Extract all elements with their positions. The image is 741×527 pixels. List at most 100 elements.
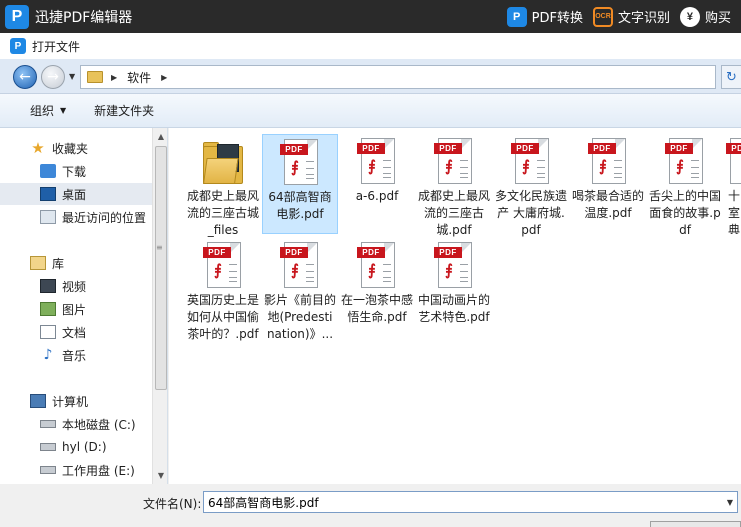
desktop-icon (40, 187, 56, 201)
nav-item-label: 库 (52, 256, 65, 271)
nav-favorites[interactable]: ★ 收藏夹 (30, 137, 167, 159)
address-bar[interactable]: ▶ 软件 ▶ (80, 65, 716, 89)
file-name: 英国历史上是如何从中国偷茶叶的？.pdf (187, 293, 260, 341)
filename-bar: 文件名(N): ▼ (0, 484, 741, 527)
nav-downloads[interactable]: 下载 (40, 160, 152, 182)
file-name: 喝茶最合适的温度.pdf (572, 189, 645, 220)
file-list: 成都史上最风流的三座古城_files PDF ⨎ 64部高智商电影.pdf PD… (169, 128, 741, 484)
ocr-button[interactable]: OCR 文字识别 (592, 6, 670, 27)
nav-recent-places[interactable]: 最近访问的位置 (40, 206, 152, 228)
organize-button[interactable]: 组织 ▼ (30, 102, 66, 119)
buy-label: 购买 (704, 11, 731, 26)
nav-videos[interactable]: 视频 (40, 275, 152, 297)
file-name: 成都史上最风流的三座古城.pdf (418, 189, 491, 237)
document-icon (40, 325, 56, 339)
back-button[interactable]: ← (13, 65, 37, 89)
nav-scrollbar[interactable]: ▲ ≡ ▼ (152, 128, 167, 484)
pdf-file-icon: PDF ⨎ (280, 139, 320, 187)
folder-icon (87, 71, 103, 83)
filename-label: 文件名(N): (143, 497, 202, 511)
nav-desktop[interactable]: 桌面 (0, 183, 152, 205)
file-item[interactable]: PDF ⨎ 64部高智商电影.pdf (262, 134, 338, 234)
file-item[interactable]: 成都史上最风流的三座古城_files (185, 134, 261, 237)
navigation-pane: ★ 收藏夹 下载 桌面 最近访问的位置 库 视频 图片 文档 ♪ 音乐 计算机 … (0, 128, 168, 484)
nav-pictures[interactable]: 图片 (40, 298, 152, 320)
nav-item-label: 最近访问的位置 (62, 210, 147, 225)
file-item[interactable]: PDF ⨎ 舌尖上的中国面食的故事.pdf (647, 134, 723, 237)
file-item[interactable]: PDF ⨎ 中国动画片的艺术特色.pdf (416, 238, 492, 338)
nav-libraries[interactable]: 库 (30, 252, 167, 274)
pdf-convert-button[interactable]: P PDF转换 (506, 6, 583, 27)
picture-icon (40, 302, 56, 316)
filename-combobox[interactable]: ▼ (203, 491, 738, 513)
star-icon: ★ (31, 139, 45, 157)
ocr-icon: OCR (592, 6, 613, 27)
chevron-down-icon[interactable]: ▼ (727, 498, 733, 507)
nav-drive-c[interactable]: 本地磁盘 (C:) (40, 413, 152, 435)
breadcrumb-current[interactable]: 软件 (127, 69, 151, 86)
filename-input[interactable] (208, 495, 708, 509)
nav-drive-d[interactable]: hyl (D:) (40, 436, 152, 458)
file-name: a-6.pdf (355, 189, 399, 203)
open-button-partial[interactable] (650, 521, 741, 527)
forward-button[interactable]: → (41, 65, 65, 89)
pdf-file-icon: PDF ⨎ (434, 242, 474, 290)
dialog-app-icon: P (10, 38, 26, 54)
file-name: 64部高智商电影.pdf (268, 190, 332, 221)
nav-computer[interactable]: 计算机 (30, 390, 167, 412)
nav-item-label: 视频 (62, 279, 87, 294)
file-item[interactable]: PDF ⨎ a-6.pdf (339, 134, 415, 234)
refresh-icon[interactable]: ↻ (721, 65, 741, 89)
nav-item-label: 工作用盘 (E:) (62, 463, 135, 478)
disk-icon (40, 443, 56, 451)
nav-item-label: 音乐 (62, 348, 87, 363)
pdf-file-icon: PDF ⨎ (511, 138, 551, 186)
organize-label: 组织 (30, 104, 55, 118)
file-item[interactable]: PDF ⨎ 影片《前目的地(Predestination)》... (262, 238, 338, 362)
nav-item-label: 文档 (62, 325, 87, 340)
ocr-label: 文字识别 (617, 11, 670, 26)
dialog-title-bar: P 打开文件 (0, 33, 741, 59)
scroll-thumb[interactable] (155, 146, 167, 390)
app-title: 迅捷PDF编辑器 (35, 9, 133, 26)
library-icon (30, 256, 46, 270)
dialog-title: 打开文件 (32, 39, 81, 54)
file-item[interactable]: PDF 十室典 (724, 134, 741, 234)
nav-item-label: 桌面 (62, 187, 87, 202)
nav-documents[interactable]: 文档 (40, 321, 152, 343)
music-icon: ♪ (43, 347, 53, 363)
video-icon (40, 279, 56, 293)
download-folder-icon (40, 164, 56, 178)
nav-item-label: hyl (D:) (62, 440, 107, 454)
disk-icon (40, 420, 56, 428)
computer-icon (30, 394, 46, 408)
scroll-up-icon[interactable]: ▲ (153, 128, 167, 145)
nav-music[interactable]: ♪ 音乐 (40, 344, 152, 366)
nav-item-label: 图片 (62, 302, 87, 317)
new-folder-button[interactable]: 新建文件夹 (94, 102, 154, 119)
yen-icon: ¥ (679, 6, 700, 27)
scroll-down-icon[interactable]: ▼ (153, 467, 167, 484)
pdf-file-icon: PDF ⨎ (357, 242, 397, 290)
file-name: 中国动画片的艺术特色.pdf (418, 293, 491, 324)
file-item[interactable]: PDF ⨎ 喝茶最合适的温度.pdf (570, 134, 646, 234)
app-logo-icon: P (5, 4, 29, 29)
file-name: 影片《前目的地(Predestination)》... (264, 293, 337, 341)
file-name: 多文化民族遗产 大庸府城.pdf (495, 189, 568, 237)
file-item[interactable]: PDF ⨎ 成都史上最风流的三座古城.pdf (416, 134, 492, 237)
breadcrumb-arrow-icon[interactable]: ▶ (161, 73, 167, 82)
nav-drive-e[interactable]: 工作用盘 (E:) (40, 459, 152, 481)
buy-button[interactable]: ¥ 购买 (679, 6, 731, 27)
recent-pages-dropdown[interactable]: ▼ (69, 72, 75, 81)
file-name: 十室典 (728, 189, 741, 234)
pdf-file-icon: PDF ⨎ (203, 242, 243, 290)
file-item[interactable]: PDF ⨎ 在一泡茶中感悟生命.pdf (339, 238, 415, 338)
file-item[interactable]: PDF ⨎ 英国历史上是如何从中国偷茶叶的？.pdf (185, 238, 261, 362)
folder-icon (203, 138, 243, 186)
recent-places-icon (40, 210, 56, 224)
command-toolbar: 组织 ▼ 新建文件夹 (0, 94, 741, 128)
breadcrumb-arrow-icon[interactable]: ▶ (111, 73, 117, 82)
file-item[interactable]: PDF ⨎ 多文化民族遗产 大庸府城.pdf (493, 134, 569, 237)
app-title-bar: P 迅捷PDF编辑器 P PDF转换 OCR 文字识别 ¥ 购买 (0, 0, 741, 33)
file-name: 成都史上最风流的三座古城_files (187, 189, 260, 237)
